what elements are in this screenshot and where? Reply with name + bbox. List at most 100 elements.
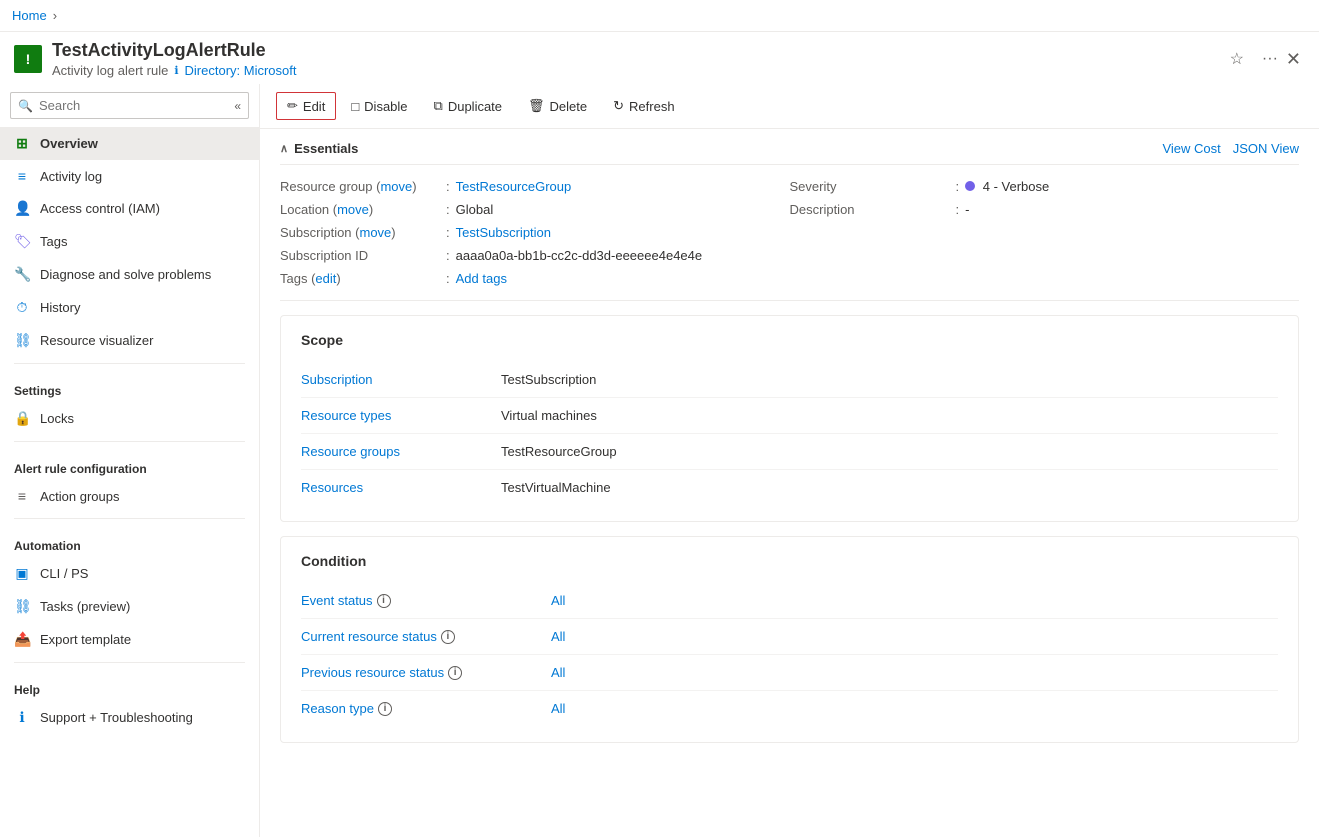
essentials-collapse-icon[interactable]: ∧ (280, 142, 288, 155)
sidebar-item-resource-visualizer[interactable]: ⛓ Resource visualizer (0, 324, 259, 357)
location-move-link[interactable]: move (337, 202, 369, 217)
sidebar-nav: ⊞ Overview ≡ Activity log 👤 Access contr… (0, 127, 259, 837)
sidebar: 🔍 « ⊞ Overview ≡ Activity log 👤 Access c… (0, 84, 260, 837)
sidebar-item-export[interactable]: 📤 Export template (0, 623, 259, 656)
severity-text: 4 - Verbose (983, 179, 1050, 194)
subscription-id-label: Subscription ID (280, 248, 440, 263)
sidebar-item-support[interactable]: ℹ Support + Troubleshooting (0, 701, 259, 734)
tasks-icon: ⛓ (14, 598, 30, 615)
disable-button[interactable]: □ Disable (340, 93, 418, 120)
sidebar-item-locks-label: Locks (40, 411, 74, 426)
resource-visualizer-icon: ⛓ (14, 332, 30, 349)
sidebar-item-tasks[interactable]: ⛓ Tasks (preview) (0, 590, 259, 623)
tags-label: Tags (edit) (280, 271, 440, 286)
sidebar-item-diagnose[interactable]: 🔧 Diagnose and solve problems (0, 258, 259, 291)
subscription-move-link[interactable]: move (359, 225, 391, 240)
close-button[interactable]: ✕ (1282, 47, 1305, 72)
disable-label: Disable (364, 99, 407, 114)
sidebar-item-resource-visualizer-label: Resource visualizer (40, 333, 153, 348)
sidebar-item-export-label: Export template (40, 632, 131, 647)
subscription-link[interactable]: TestSubscription (456, 225, 551, 240)
resource-type-label: Activity log alert rule (52, 63, 168, 78)
tags-value[interactable]: Add tags (456, 271, 507, 286)
condition-reason-type-label: Reason type i (301, 691, 551, 726)
directory-label: Directory: Microsoft (185, 63, 297, 78)
duplicate-button[interactable]: ⧉ Duplicate (423, 92, 514, 120)
alert-section-label: Alert rule configuration (0, 448, 259, 480)
resource-group-label: Resource group (move) (280, 179, 440, 194)
resource-group-move-link[interactable]: move (380, 179, 412, 194)
activity-log-icon: ≡ (14, 168, 30, 184)
collapse-sidebar-icon[interactable]: « (234, 99, 241, 113)
essentials-row-severity: Severity : 4 - Verbose (790, 175, 1300, 198)
sidebar-item-activity-log[interactable]: ≡ Activity log (0, 160, 259, 192)
scope-subscription-value: TestSubscription (501, 362, 1278, 398)
export-icon: 📤 (14, 631, 30, 648)
support-icon: ℹ (14, 709, 30, 726)
sidebar-item-support-label: Support + Troubleshooting (40, 710, 193, 725)
sidebar-item-overview-label: Overview (40, 136, 98, 151)
condition-title: Condition (301, 553, 1278, 569)
content-area: ✏ Edit □ Disable ⧉ Duplicate 🗑 Delete ↻ (260, 84, 1319, 837)
search-container: 🔍 « (0, 84, 259, 127)
scope-resource-groups-value: TestResourceGroup (501, 434, 1278, 470)
divider-settings (14, 363, 245, 364)
sidebar-item-access-control[interactable]: 👤 Access control (IAM) (0, 192, 259, 225)
resource-name: TestActivityLogAlertRule (52, 40, 1216, 61)
essentials-row-description: Description : - (790, 198, 1300, 221)
help-section-label: Help (0, 669, 259, 701)
view-cost-link[interactable]: View Cost (1162, 141, 1220, 156)
breadcrumb-home[interactable]: Home (12, 8, 47, 23)
search-input[interactable] (10, 92, 249, 119)
scope-grid: Subscription TestSubscription Resource t… (301, 362, 1278, 505)
diagnose-icon: 🔧 (14, 266, 30, 283)
location-value: Global (456, 202, 494, 217)
reason-type-info-icon: i (378, 702, 392, 716)
refresh-button[interactable]: ↻ Refresh (602, 92, 685, 120)
resource-group-link[interactable]: TestResourceGroup (456, 179, 572, 194)
sidebar-item-overview[interactable]: ⊞ Overview (0, 127, 259, 160)
subscription-id-value: aaaa0a0a-bb1b-cc2c-dd3d-eeeeee4e4e4e (456, 248, 703, 263)
favorite-button[interactable]: ☆ (1226, 47, 1248, 71)
access-control-icon: 👤 (14, 200, 30, 217)
more-options-button[interactable]: ··· (1258, 48, 1282, 70)
sidebar-item-history[interactable]: ⏱ History (0, 291, 259, 324)
essentials-links: View Cost JSON View (1162, 141, 1299, 156)
tags-edit-link[interactable]: edit (315, 271, 336, 286)
scope-subscription-label: Subscription (301, 362, 501, 398)
edit-label: Edit (303, 99, 325, 114)
edit-button[interactable]: ✏ Edit (276, 92, 336, 120)
essentials-grid: Resource group (move) : TestResourceGrou… (280, 165, 1299, 301)
json-view-link[interactable]: JSON View (1233, 141, 1299, 156)
sidebar-item-diagnose-label: Diagnose and solve problems (40, 267, 211, 282)
condition-reason-type-value: All (551, 691, 1278, 726)
scope-resources-label: Resources (301, 470, 501, 505)
divider-automation (14, 518, 245, 519)
scope-resource-types-label: Resource types (301, 398, 501, 434)
scope-card: Scope Subscription TestSubscription Reso… (280, 315, 1299, 522)
sidebar-item-action-groups-label: Action groups (40, 489, 120, 504)
delete-button[interactable]: 🗑 Delete (517, 92, 598, 120)
search-icon: 🔍 (18, 99, 33, 113)
resource-group-value: TestResourceGroup (456, 179, 572, 194)
sidebar-item-locks[interactable]: 🔒 Locks (0, 402, 259, 435)
disable-icon: □ (351, 99, 359, 114)
sidebar-item-access-control-label: Access control (IAM) (40, 201, 160, 216)
condition-card: Condition Event status i All Current res… (280, 536, 1299, 743)
automation-section-label: Automation (0, 525, 259, 557)
essentials-row-subscription-id: Subscription ID : aaaa0a0a-bb1b-cc2c-dd3… (280, 244, 790, 267)
tags-icon: 🏷 (14, 233, 30, 250)
condition-previous-status-value: All (551, 655, 1278, 691)
breadcrumb-separator: › (53, 8, 57, 23)
sidebar-item-tags[interactable]: 🏷 Tags (0, 225, 259, 258)
sidebar-item-cli-ps[interactable]: ▣ CLI / PS (0, 557, 259, 590)
resource-icon: ! (14, 45, 42, 73)
sidebar-item-history-label: History (40, 300, 80, 315)
info-icon: ℹ (174, 64, 178, 77)
essentials-row-resource-group: Resource group (move) : TestResourceGrou… (280, 175, 790, 198)
sidebar-item-tags-label: Tags (40, 234, 67, 249)
condition-grid: Event status i All Current resource stat… (301, 583, 1278, 726)
condition-previous-status-label: Previous resource status i (301, 655, 551, 691)
sidebar-item-action-groups[interactable]: ≡ Action groups (0, 480, 259, 512)
essentials-title: ∧ Essentials (280, 141, 358, 156)
